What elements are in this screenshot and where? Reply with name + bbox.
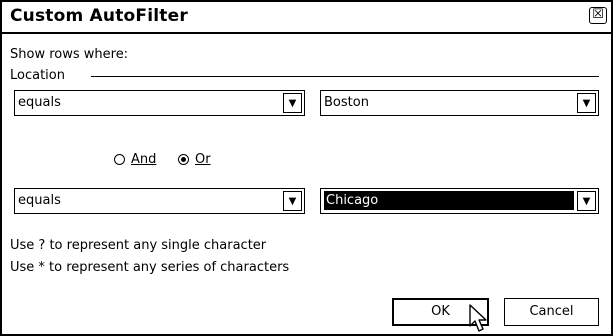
or-radio[interactable]: Or xyxy=(178,152,211,167)
and-radio[interactable]: And xyxy=(114,152,156,167)
criteria2-value-text[interactable]: Chicago xyxy=(323,190,575,211)
or-radio-dot[interactable] xyxy=(178,154,189,165)
chevron-down-icon[interactable]: ▼ xyxy=(283,191,302,211)
hint-single-char: Use ? to represent any single character xyxy=(10,238,267,253)
title-bar[interactable]: Custom AutoFilter ☒ xyxy=(2,2,611,34)
criteria1-operator-select[interactable]: equals ▼ xyxy=(14,90,305,116)
and-radio-label: And xyxy=(131,152,157,167)
hint-series-chars: Use * to represent any series of charact… xyxy=(10,260,290,275)
criteria1-value-combo[interactable]: Boston ▼ xyxy=(320,90,599,116)
or-radio-label: Or xyxy=(195,152,211,167)
mouse-pointer-icon xyxy=(469,304,487,332)
chevron-down-icon[interactable]: ▼ xyxy=(577,191,596,211)
criteria2-operator-select[interactable]: equals ▼ xyxy=(14,188,305,214)
chevron-down-icon[interactable]: ▼ xyxy=(577,93,596,113)
group-divider xyxy=(91,76,599,77)
criteria2-value-combo[interactable]: Chicago ▼ xyxy=(320,188,599,214)
cancel-button[interactable]: Cancel xyxy=(504,298,599,326)
close-icon[interactable]: ☒ xyxy=(589,7,607,24)
criteria1-value-text: Boston xyxy=(324,95,369,110)
criteria2-operator-value: equals xyxy=(18,193,61,208)
chevron-down-icon[interactable]: ▼ xyxy=(283,93,302,113)
and-radio-dot[interactable] xyxy=(114,154,125,165)
intro-label: Show rows where: xyxy=(10,47,129,62)
dialog-title: Custom AutoFilter xyxy=(10,6,188,26)
field-name-label: Location xyxy=(10,68,65,83)
criteria1-operator-value: equals xyxy=(18,95,61,110)
custom-autofilter-dialog: Custom AutoFilter ☒ Show rows where: Loc… xyxy=(0,0,613,336)
